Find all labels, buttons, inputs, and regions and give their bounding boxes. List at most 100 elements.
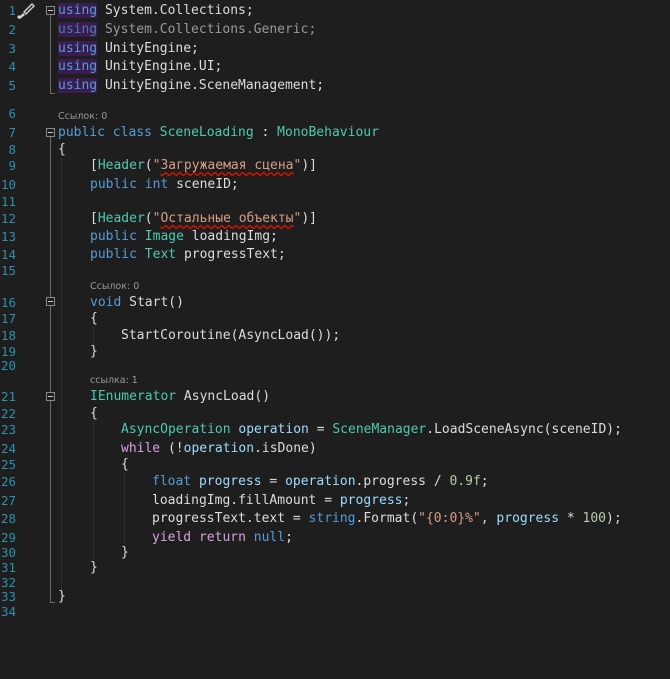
line-number: 13 xyxy=(0,229,16,244)
type-name: SceneManager xyxy=(332,422,427,437)
indent-guide xyxy=(93,421,95,566)
line-number: 16 xyxy=(0,295,16,310)
code-line-8[interactable]: { xyxy=(58,141,66,158)
method-call: LoadSceneAsync xyxy=(434,422,544,437)
line-number: 1 xyxy=(8,3,16,18)
keyword-using: using xyxy=(58,78,98,93)
brace: } xyxy=(121,545,129,560)
keyword-while: while xyxy=(121,441,161,456)
brace: { xyxy=(121,457,129,472)
namespace-name: UnityEngine; xyxy=(104,41,199,56)
operator: = xyxy=(292,511,301,526)
field-name: sceneID; xyxy=(176,177,239,192)
semicolon: ; xyxy=(402,493,411,508)
namespace-name: UnityEngine.SceneManagement; xyxy=(104,78,325,93)
code-line-5[interactable]: using UnityEngine.SceneManagement; xyxy=(58,77,324,94)
code-line-4[interactable]: using UnityEngine.UI; xyxy=(58,58,222,75)
attribute-header: Header xyxy=(97,211,145,226)
line-number: 10 xyxy=(0,177,16,192)
code-line-2[interactable]: using System.Collections.Generic; xyxy=(58,21,316,38)
line-number: 7 xyxy=(8,125,16,140)
code-line-24[interactable]: while (!operation.isDone) xyxy=(121,440,317,457)
semicolon: ; xyxy=(285,530,293,545)
type-name: AsyncOperation xyxy=(121,422,231,437)
outline-line xyxy=(50,15,51,93)
code-line-17[interactable]: { xyxy=(90,310,98,327)
indent-guide xyxy=(124,473,126,550)
keyword-void: void xyxy=(90,295,122,310)
code-line-7[interactable]: public class SceneLoading : MonoBehaviou… xyxy=(58,124,379,141)
brush-icon[interactable] xyxy=(14,2,36,20)
code-line-18[interactable]: StartCoroutine(AsyncLoad()); xyxy=(121,327,340,344)
colon: : xyxy=(261,125,270,140)
method-call: AsyncLoad xyxy=(238,328,309,343)
attribute-header: Header xyxy=(97,158,145,173)
field-name: loadingImg; xyxy=(191,229,278,244)
code-line-3[interactable]: using UnityEngine; xyxy=(58,40,199,57)
namespace-name: System.Collections.Generic; xyxy=(104,22,317,37)
line-number: 34 xyxy=(0,604,16,619)
keyword-return: return xyxy=(198,530,246,545)
number-literal: 0.9f xyxy=(449,474,481,489)
brace: } xyxy=(90,560,98,575)
number-literal: 100 xyxy=(582,511,607,526)
code-line-10[interactable]: public int sceneID; xyxy=(90,176,239,193)
brace: } xyxy=(90,344,98,359)
line-number: 4 xyxy=(8,59,16,74)
code-line-21[interactable]: IEnumerator AsyncLoad() xyxy=(90,388,270,405)
keyword-using: using xyxy=(58,22,98,37)
references-codelens[interactable]: Ссылок: 0 xyxy=(90,281,139,292)
code-line-33[interactable]: } xyxy=(58,588,66,605)
line-number: 12 xyxy=(0,211,16,226)
code-line-28[interactable]: progressText.text = string.Format("{0:0}… xyxy=(152,510,622,527)
local-variable: progress xyxy=(339,493,403,508)
code-line-19[interactable]: } xyxy=(90,343,98,360)
code-line-29[interactable]: yield return null; xyxy=(152,529,293,546)
references-codelens[interactable]: Ссылок: 0 xyxy=(58,111,107,122)
code-line-9[interactable]: [Header("Загружаемая сцена")] xyxy=(90,157,317,174)
collapse-start-toggle[interactable] xyxy=(46,297,55,306)
paren: ) xyxy=(301,211,310,226)
semicolon: ; xyxy=(480,474,489,489)
brace: { xyxy=(58,142,66,157)
line-number: 14 xyxy=(0,247,16,262)
string-literal: "{0:0}%" xyxy=(418,511,481,526)
paren: ( xyxy=(144,158,153,173)
collapse-class-toggle[interactable] xyxy=(46,128,55,137)
code-line-16[interactable]: void Start() xyxy=(90,294,184,311)
references-codelens[interactable]: ссылка: 1 xyxy=(90,375,138,386)
keyword-using: using xyxy=(58,41,98,56)
keyword-public: public xyxy=(90,177,137,192)
collapse-asyncload-toggle[interactable] xyxy=(46,392,55,401)
operator: (! xyxy=(167,441,184,456)
paren: () xyxy=(168,295,184,310)
code-line-23[interactable]: AsyncOperation operation = SceneManager.… xyxy=(121,421,622,438)
string-literal: Остальные объекты xyxy=(160,211,294,226)
code-line-12[interactable]: [Header("Остальные объекты")] xyxy=(90,210,317,227)
code-line-31[interactable]: } xyxy=(90,559,98,576)
code-line-27[interactable]: loadingImg.fillAmount = progress; xyxy=(152,492,410,509)
operator: = xyxy=(316,422,325,437)
keyword-using: using xyxy=(58,59,98,74)
code-line-26[interactable]: float progress = operation.progress / 0.… xyxy=(152,473,489,490)
brace: { xyxy=(90,406,98,421)
line-number: 28 xyxy=(0,511,16,526)
dot: . xyxy=(426,422,435,437)
code-line-1[interactable]: using System.Collections; xyxy=(58,2,254,19)
code-line-25[interactable]: { xyxy=(121,456,129,473)
line-number: 24 xyxy=(0,441,16,456)
code-editor[interactable]: 1 2 3 4 5 6 7 8 9 10 11 12 13 14 15 16 1… xyxy=(0,0,670,679)
keyword-yield: yield xyxy=(152,530,192,545)
code-line-13[interactable]: public Image loadingImg; xyxy=(90,228,278,245)
collapse-usings-toggle[interactable] xyxy=(46,6,55,15)
line-number: 27 xyxy=(0,493,16,508)
bracket: ] xyxy=(309,158,317,173)
keyword-float: float xyxy=(152,474,192,489)
code-line-22[interactable]: { xyxy=(90,405,98,422)
keyword-public: public xyxy=(90,247,137,262)
base-class-name: MonoBehaviour xyxy=(277,125,379,140)
line-number: 11 xyxy=(0,194,16,209)
code-line-30[interactable]: } xyxy=(121,544,129,561)
operator: = xyxy=(269,474,278,489)
code-line-14[interactable]: public Text progressText; xyxy=(90,246,286,263)
